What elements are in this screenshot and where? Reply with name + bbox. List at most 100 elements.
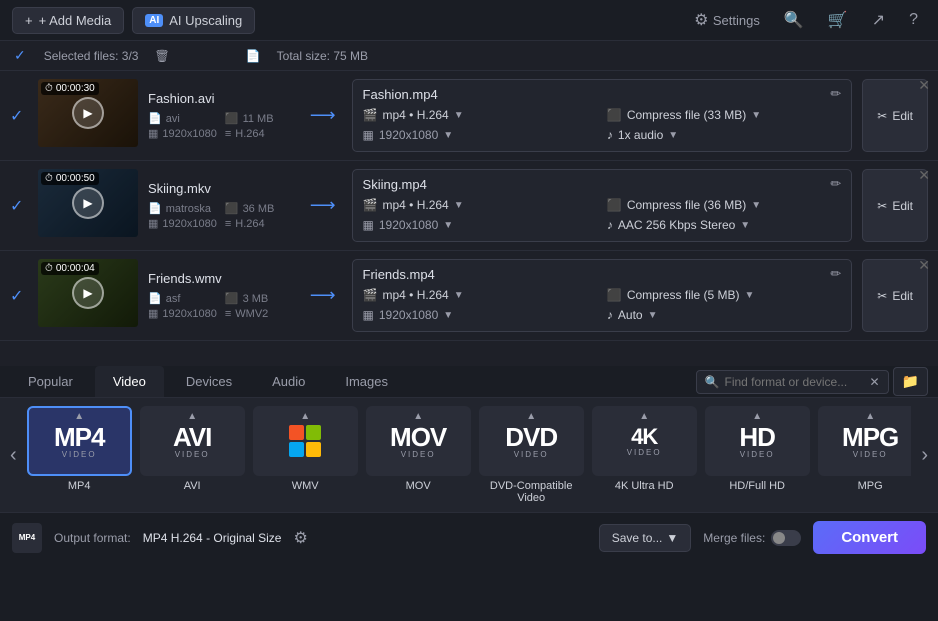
file-resolution-0: ▦1920x1080	[148, 127, 217, 140]
audio-dropdown-1[interactable]: ▼	[740, 220, 750, 231]
format-sub-7: VIDEO	[853, 450, 888, 459]
output-row2-0: ▦ 1920x1080 ▼ ♪ 1x audio ▼	[363, 128, 842, 142]
play-button-2[interactable]: ▶	[72, 277, 104, 309]
up-arrow-1: ▲	[187, 411, 197, 422]
file-checkbox-0[interactable]: ✓	[10, 79, 28, 152]
cart-button[interactable]: 🛒	[820, 6, 856, 34]
total-size-text: Total size: 75 MB	[277, 49, 368, 63]
file-item-close-1[interactable]: ✕	[918, 167, 930, 184]
prev-format-button[interactable]: ‹	[0, 420, 27, 490]
file-format-0: 📄avi	[148, 112, 217, 125]
convert-arrow-1: ⟶	[304, 169, 342, 242]
select-all-checkbox[interactable]: ✓	[14, 47, 26, 64]
folder-button[interactable]: 📁	[893, 367, 928, 396]
compress-dropdown-0[interactable]: ▼	[751, 110, 761, 121]
output-format-badge-2: 🎬 mp4 • H.264 ▼	[363, 288, 597, 302]
file-meta-1: 📄matroska ⬛36 MB ▦1920x1080 ≡H.264	[148, 202, 294, 230]
output-settings-gear[interactable]: ⚙	[293, 528, 307, 548]
file-item-close-2[interactable]: ✕	[918, 257, 930, 274]
output-audio-2: ♪ Auto ▼	[607, 308, 841, 322]
save-to-button[interactable]: Save to... ▼	[599, 524, 692, 552]
format-item-mp4[interactable]: ▲ MP4 VIDEO MP4	[27, 406, 132, 504]
format-sub-5: VIDEO	[627, 448, 662, 457]
merge-files-control: Merge files:	[703, 530, 801, 546]
file-size-2: ⬛3 MB	[225, 292, 294, 305]
res-dropdown-0[interactable]: ▼	[443, 130, 453, 141]
add-media-button[interactable]: + + Add Media	[12, 7, 124, 34]
res-dropdown-2[interactable]: ▼	[443, 310, 453, 321]
format-item-hd/full-hd[interactable]: ▲ HD VIDEO HD/Full HD	[705, 406, 810, 504]
codec-icon: ≡	[225, 308, 231, 320]
format-icon-box-4: ▲ DVD VIDEO	[479, 406, 584, 476]
file-checkbox-1[interactable]: ✓	[10, 169, 28, 242]
format-tab-popular[interactable]: Popular	[10, 366, 91, 397]
audio-dropdown-2[interactable]: ▼	[648, 310, 658, 321]
save-to-dropdown-arrow: ▼	[666, 531, 678, 545]
settings-button[interactable]: ⚙ Settings	[686, 6, 768, 34]
format-dropdown-2[interactable]: ▼	[454, 290, 464, 301]
share-button[interactable]: ↗	[864, 6, 893, 34]
output-edit-icon-0[interactable]: ✏	[830, 86, 841, 102]
trash-icon[interactable]: 🗑	[154, 49, 169, 63]
file-icon: 📄	[148, 292, 162, 305]
format-sub-1: VIDEO	[175, 450, 210, 459]
format-tab-devices[interactable]: Devices	[168, 366, 250, 397]
play-button-1[interactable]: ▶	[72, 187, 104, 219]
file-size-1: ⬛36 MB	[225, 202, 294, 215]
format-item-wmv[interactable]: ▲ WMV	[253, 406, 358, 504]
compress-dropdown-1[interactable]: ▼	[751, 200, 761, 211]
file-icon: 📄	[148, 202, 162, 215]
output-compress-1: ⬛ Compress file (36 MB) ▼	[607, 198, 841, 212]
scissors-icon-0: ✂	[877, 109, 887, 123]
format-tab-audio[interactable]: Audio	[254, 366, 323, 397]
format-search-input[interactable]	[725, 375, 865, 389]
format-dropdown-1[interactable]: ▼	[454, 200, 464, 211]
audio-dropdown-0[interactable]: ▼	[668, 130, 678, 141]
format-tab-video[interactable]: Video	[95, 366, 164, 397]
output-value: MP4 H.264 - Original Size	[143, 531, 282, 545]
ai-upscaling-button[interactable]: AI AI Upscaling	[132, 7, 255, 34]
output-row2-1: ▦ 1920x1080 ▼ ♪ AAC 256 Kbps Stereo ▼	[363, 218, 842, 232]
res-dropdown-1[interactable]: ▼	[443, 220, 453, 231]
file-resolution-1: ▦1920x1080	[148, 217, 217, 230]
next-format-button[interactable]: ›	[911, 420, 938, 490]
file-codec-0: ≡H.264	[225, 127, 294, 140]
settings-icon: ⚙	[694, 12, 708, 29]
output-compress-0: ⬛ Compress file (33 MB) ▼	[607, 108, 841, 122]
format-item-mpg[interactable]: ▲ MPG VIDEO MPG	[818, 406, 912, 504]
output-edit-icon-2[interactable]: ✏	[830, 266, 841, 282]
format-text-7: MPG	[842, 424, 898, 450]
search-clear-icon[interactable]: ✕	[870, 375, 880, 389]
format-tab-images[interactable]: Images	[327, 366, 406, 397]
add-media-label: + Add Media	[39, 13, 112, 28]
help-button[interactable]: ?	[901, 7, 926, 33]
format-text-3: MOV	[390, 424, 446, 450]
format-sub-4: VIDEO	[514, 450, 549, 459]
output-resolution-0: ▦ 1920x1080 ▼	[363, 128, 597, 142]
convert-button[interactable]: Convert	[813, 521, 926, 554]
file-selection-bar: ✓ Selected files: 3/3 🗑 📄 Total size: 75…	[0, 41, 938, 71]
output-format-icon: MP4	[12, 523, 42, 553]
search-button[interactable]: 🔍	[776, 6, 812, 34]
share-icon: ↗	[872, 12, 885, 29]
convert-arrow-0: ⟶	[304, 79, 342, 152]
compress-dropdown-2[interactable]: ▼	[745, 290, 755, 301]
settings-label: Settings	[713, 13, 760, 28]
file-info-2: Friends.wmv 📄asf ⬛3 MB ▦1920x1080 ≡WMV2	[148, 259, 294, 332]
file-item-close-0[interactable]: ✕	[918, 77, 930, 94]
output-filename-2: Friends.mp4	[363, 267, 435, 282]
play-button-0[interactable]: ▶	[72, 97, 104, 129]
output-panel-0: Fashion.mp4 ✏ 🎬 mp4 • H.264 ▼ ⬛ Compress…	[352, 79, 853, 152]
format-item-4k-ultra-hd[interactable]: ▲ 4K VIDEO 4K Ultra HD	[592, 406, 697, 504]
output-edit-icon-1[interactable]: ✏	[830, 176, 841, 192]
format-item-dvd-compatible-video[interactable]: ▲ DVD VIDEO DVD-Compatible Video	[479, 406, 584, 504]
file-checkbox-2[interactable]: ✓	[10, 259, 28, 332]
merge-files-toggle[interactable]	[771, 530, 801, 546]
format-grid-wrap: ‹ ▲ MP4 VIDEO MP4 ▲ AVI VIDEO AVI ▲ WMV	[0, 398, 938, 512]
res-icon: ▦	[148, 217, 158, 230]
format-dropdown-0[interactable]: ▼	[454, 110, 464, 121]
output-row1-2: 🎬 mp4 • H.264 ▼ ⬛ Compress file (5 MB) ▼	[363, 288, 842, 302]
output-compress-2: ⬛ Compress file (5 MB) ▼	[607, 288, 841, 302]
format-item-mov[interactable]: ▲ MOV VIDEO MOV	[366, 406, 471, 504]
format-item-avi[interactable]: ▲ AVI VIDEO AVI	[140, 406, 245, 504]
